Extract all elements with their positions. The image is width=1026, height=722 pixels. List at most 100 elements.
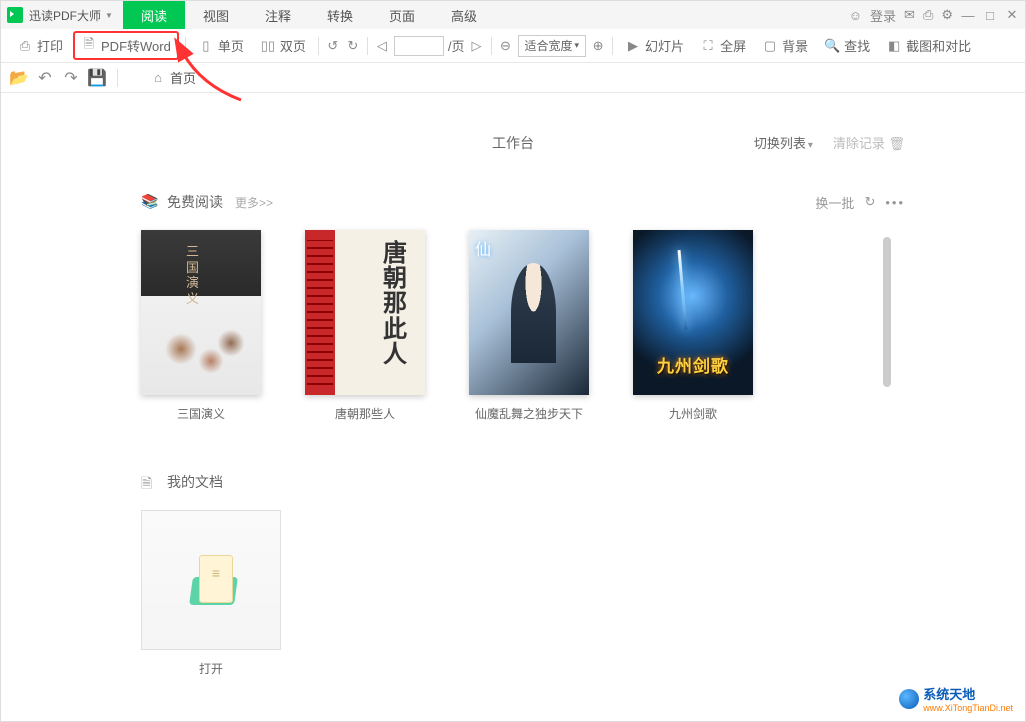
book-cover: [469, 230, 589, 395]
watermark-title: 系统天地: [923, 687, 975, 702]
double-page-label: 双页: [280, 36, 306, 55]
toolbar: ⎙ 打印 🗎 PDF转Word ▯ 单页 ▯▯ 双页 ↺ ↻ ◁ /页 ▷ ⊖ …: [1, 29, 1025, 63]
title-right-controls: ☺ 登录 ✉ ⎙ ⚙ — □ ✕: [849, 6, 1019, 25]
zoom-select[interactable]: 适合宽度 ▾: [518, 35, 587, 57]
double-page-button[interactable]: ▯▯ 双页: [254, 33, 312, 58]
settings-icon[interactable]: ⚙: [941, 7, 953, 23]
word-icon: 🗎: [81, 38, 97, 54]
background-label: 背景: [782, 36, 808, 55]
page-number-input[interactable]: [394, 36, 444, 56]
menu-tab-read[interactable]: 阅读: [123, 1, 185, 29]
search-icon: 🔍: [824, 38, 840, 54]
watermark-globe-icon: [899, 689, 919, 709]
message-icon[interactable]: ✉: [904, 7, 915, 23]
fullscreen-button[interactable]: ⛶ 全屏: [694, 33, 752, 58]
slideshow-label: 幻灯片: [645, 36, 684, 55]
book-item[interactable]: 九州剑歌: [633, 230, 753, 422]
my-docs-header: 🗎 我的文档: [141, 472, 905, 492]
book-title: 仙魔乱舞之独步天下: [469, 405, 589, 422]
free-reading-header: 📚 免费阅读 更多>> 换一批 ↻ •••: [141, 192, 905, 212]
more-link[interactable]: 更多>>: [235, 194, 273, 211]
undo-icon[interactable]: ↶: [37, 70, 53, 86]
menu-tab-page[interactable]: 页面: [371, 1, 433, 29]
rotate-left-icon[interactable]: ↺: [325, 38, 341, 54]
camera-icon[interactable]: ⎙: [923, 7, 933, 23]
open-doc-item[interactable]: 打开: [141, 510, 281, 677]
zoom-out-icon[interactable]: ⊖: [498, 38, 514, 54]
open-doc-box: [141, 510, 281, 650]
screenshot-compare-button[interactable]: ◧ 截图和对比: [880, 33, 977, 58]
scrollbar-thumb[interactable]: [883, 237, 891, 387]
menu-tab-annotate[interactable]: 注释: [247, 1, 309, 29]
pdf-to-word-label: PDF转Word: [101, 36, 171, 55]
home-tab[interactable]: ⌂ 首页: [150, 68, 196, 87]
maximize-button[interactable]: □: [983, 8, 997, 22]
fullscreen-label: 全屏: [720, 36, 746, 55]
prev-page-icon[interactable]: ◁: [374, 38, 390, 54]
open-folder-icon[interactable]: 📂: [11, 70, 27, 86]
page-total-label: /页: [448, 36, 465, 55]
background-icon: ▢: [762, 38, 778, 54]
book-item[interactable]: 唐朝那些人: [305, 230, 425, 422]
books-icon: 📚: [141, 193, 159, 211]
menu-tabs: 阅读 视图 注释 转换 页面 高级: [123, 1, 495, 29]
menu-tab-advanced[interactable]: 高级: [433, 1, 495, 29]
book-grid: 三国演义 唐朝那些人 仙魔乱舞之独步天下 九州剑歌: [141, 230, 905, 422]
app-logo-icon: [7, 7, 23, 23]
next-page-icon[interactable]: ▷: [469, 38, 485, 54]
book-item[interactable]: 仙魔乱舞之独步天下: [469, 230, 589, 422]
double-page-icon: ▯▯: [260, 38, 276, 54]
single-page-icon: ▯: [198, 38, 214, 54]
screenshot-compare-label: 截图和对比: [906, 36, 971, 55]
slideshow-icon: ▶: [625, 38, 641, 54]
home-tab-label: 首页: [170, 68, 196, 87]
compare-icon: ◧: [886, 38, 902, 54]
open-label: 打开: [141, 660, 281, 677]
slideshow-button[interactable]: ▶ 幻灯片: [619, 33, 690, 58]
separator: [491, 37, 492, 55]
menu-tab-view[interactable]: 视图: [185, 1, 247, 29]
doc-grid: 打开: [141, 510, 905, 677]
separator: [318, 37, 319, 55]
refresh-label[interactable]: 换一批: [815, 193, 854, 212]
single-page-button[interactable]: ▯ 单页: [192, 33, 250, 58]
clear-history-link[interactable]: 清除记录 🗑: [833, 133, 905, 152]
book-title: 九州剑歌: [633, 405, 753, 422]
user-icon[interactable]: ☺: [849, 8, 862, 23]
menu-tab-convert[interactable]: 转换: [309, 1, 371, 29]
chevron-down-icon: ▾: [575, 40, 580, 51]
watermark-url: www.XiTongTianDi.net: [923, 703, 1013, 713]
print-button[interactable]: ⎙ 打印: [11, 33, 69, 58]
single-page-label: 单页: [218, 36, 244, 55]
app-dropdown-icon[interactable]: ▼: [105, 11, 113, 20]
save-icon[interactable]: 💾: [89, 70, 105, 86]
book-item[interactable]: 三国演义: [141, 230, 261, 422]
background-button[interactable]: ▢ 背景: [756, 33, 814, 58]
workspace-header: 工作台 切换列表▾ 清除记录 🗑: [141, 133, 905, 152]
redo-icon[interactable]: ↷: [63, 70, 79, 86]
print-label: 打印: [37, 36, 63, 55]
pdf-to-word-button[interactable]: 🗎 PDF转Word: [73, 31, 179, 60]
main-content: 工作台 切换列表▾ 清除记录 🗑 📚 免费阅读 更多>> 换一批 ↻ ••• 三…: [1, 93, 1025, 721]
zoom-label: 适合宽度: [525, 37, 573, 54]
secondary-toolbar: 📂 ↶ ↷ 💾 ⌂ 首页: [1, 63, 1025, 93]
find-button[interactable]: 🔍 查找: [818, 33, 876, 58]
document-icon: 🗎: [141, 473, 159, 491]
rotate-right-icon[interactable]: ↻: [345, 38, 361, 54]
minimize-button[interactable]: —: [961, 8, 975, 22]
book-cover: [141, 230, 261, 395]
refresh-icon[interactable]: ↻: [864, 194, 875, 210]
zoom-in-icon[interactable]: ⊕: [590, 38, 606, 54]
book-title: 三国演义: [141, 405, 261, 422]
separator: [117, 69, 118, 87]
find-label: 查找: [844, 36, 870, 55]
print-icon: ⎙: [17, 38, 33, 54]
workspace-header-links: 切换列表▾ 清除记录 🗑: [754, 133, 905, 152]
my-docs-section: 🗎 我的文档 打开: [141, 472, 905, 677]
login-link[interactable]: 登录: [870, 6, 896, 25]
title-bar: 迅读PDF大师 ▼ 阅读 视图 注释 转换 页面 高级 ☺ 登录 ✉ ⎙ ⚙ —…: [1, 1, 1025, 29]
close-button[interactable]: ✕: [1005, 8, 1019, 22]
more-options-icon[interactable]: •••: [885, 195, 905, 210]
switch-list-link[interactable]: 切换列表▾: [754, 133, 813, 152]
separator: [185, 37, 186, 55]
